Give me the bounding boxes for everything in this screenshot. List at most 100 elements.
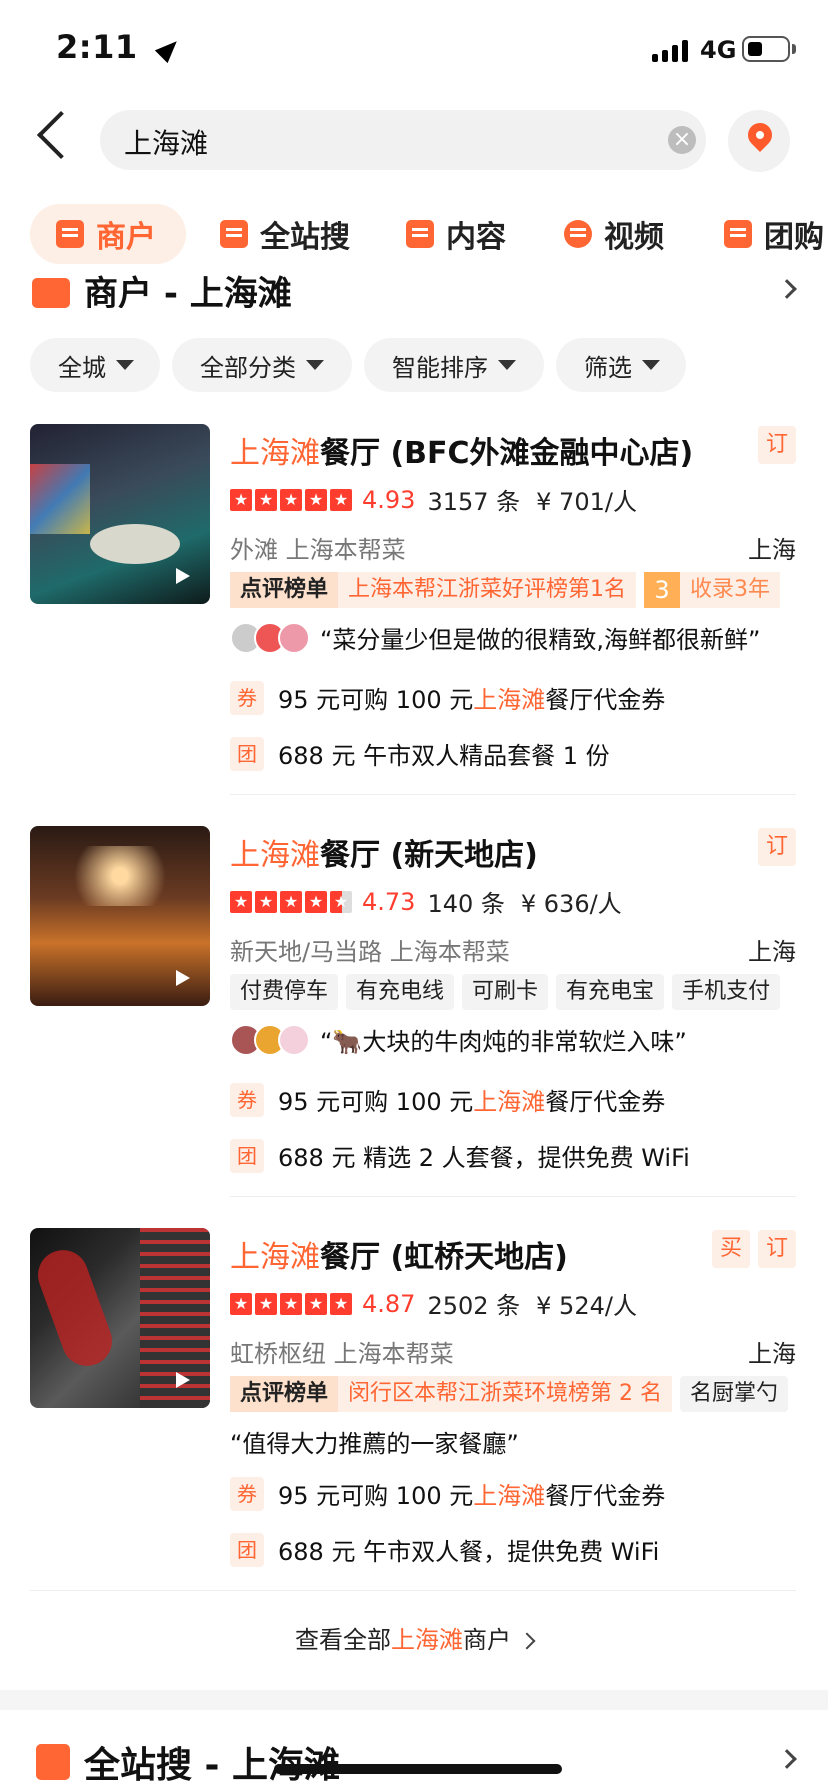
back-icon[interactable] [36, 110, 86, 160]
tab-label: 视频 [604, 220, 664, 255]
chevron-right-icon[interactable] [777, 279, 797, 299]
voucher-text: 95 元可购 100 元 [278, 1482, 474, 1510]
voucher-highlight: 上海滩 [473, 1482, 546, 1510]
signal-icon [652, 38, 688, 62]
tab-video[interactable]: 视频 [564, 204, 664, 264]
review-quote[interactable]: “值得大力推薦的一家餐廳” [230, 1424, 519, 1459]
name-rest: 餐厅 (虹桥天地店) [320, 1240, 568, 1275]
tags-row: 点评榜单 闵行区本帮江浙菜环境榜第 2 名 名厨掌勺 [230, 1376, 789, 1412]
star-icon: ★ [255, 890, 277, 913]
voucher-deal[interactable]: 券 95 元可购 100 元上海滩 餐厅代金券 [230, 1476, 665, 1511]
section2-title: 全站搜 - 上海滩 [84, 1745, 341, 1786]
ranking-tag[interactable]: 点评榜单 上海本帮江浙菜好评榜第1名 [230, 572, 637, 608]
voucher-icon: 券 [230, 680, 264, 715]
tab-merchants[interactable]: 商户 [30, 204, 186, 264]
filter-label: 全部分类 [200, 353, 296, 382]
restaurant-photo[interactable] [30, 424, 210, 604]
facility-tag: 有充电宝 [556, 974, 665, 1010]
storefront-icon [56, 220, 84, 248]
divider [30, 1590, 796, 1591]
ranking-text: 上海本帮江浙菜好评榜第1名 [338, 572, 637, 608]
group-deal[interactable]: 团 688 元 午市双人餐，提供免费 WiFi [230, 1532, 659, 1567]
avatar [278, 1023, 310, 1056]
name-highlight: 上海滩 [230, 436, 320, 471]
restaurant-card[interactable]: 上海滩餐厅 (BFC外滩金融中心店) 订 ★ ★ ★ ★ ★ 4.93 3157 条 ¥… [0, 424, 828, 795]
score: 4.87 [362, 1289, 416, 1318]
group-text: 688 元 精选 2 人套餐，提供免费 WiFi [278, 1144, 690, 1172]
restaurant-photo[interactable] [30, 826, 210, 1006]
tab-group-buy[interactable]: 团购 [724, 204, 824, 264]
facility-tag: 有充电线 [346, 974, 455, 1010]
score: 4.73 [362, 887, 416, 916]
filter-more[interactable]: 筛选 [556, 338, 686, 392]
restaurant-card[interactable]: 上海滩餐厅 (虹桥天地店) 买 订 ★ ★ ★ ★ ★ 4.87 2502 条 ¥ 52… [0, 1228, 828, 1608]
reserve-badge[interactable]: 订 [758, 1230, 796, 1268]
tab-site-search[interactable]: 全站搜 [220, 204, 350, 264]
filter-category[interactable]: 全部分类 [172, 338, 352, 392]
clear-search-icon[interactable]: × [668, 126, 696, 154]
review-quote[interactable]: “🐂大块的牛肉炖的非常软烂入味” [230, 1022, 687, 1057]
tags-row: 点评榜单 上海本帮江浙菜好评榜第1名 3 收录3年 [230, 572, 781, 608]
filter-label: 筛选 [584, 353, 632, 382]
buy-badge[interactable]: 买 [712, 1230, 750, 1268]
filter-city[interactable]: 全城 [30, 338, 160, 392]
star-icon: ★ [255, 1292, 277, 1315]
reviewer-avatars [230, 621, 310, 654]
review-count: 140 条 [427, 890, 505, 918]
avg-price: ¥ 701/人 [536, 488, 637, 516]
facility-tag: 付费停车 [230, 974, 339, 1010]
location-button[interactable] [728, 110, 790, 172]
quote-text: “🐂大块的牛肉炖的非常软烂入味” [320, 1028, 687, 1056]
facility-tag: 可刷卡 [462, 974, 549, 1010]
document-icon [36, 1744, 70, 1780]
voucher-text: 餐厅代金券 [545, 1088, 666, 1116]
group-deal[interactable]: 团 688 元 午市双人精品套餐 1 份 [230, 736, 610, 771]
name-highlight: 上海滩 [230, 838, 320, 873]
star-icon: ★ [255, 488, 277, 511]
review-quote[interactable]: “菜分量少但是做的很精致,海鲜都很新鲜” [230, 620, 761, 655]
chevron-right-icon[interactable] [777, 1749, 797, 1769]
restaurant-name: 上海滩餐厅 (新天地店) [230, 830, 538, 874]
storefront-icon [32, 278, 70, 308]
reviewer-avatars [230, 1023, 310, 1056]
reserve-badge[interactable]: 订 [758, 426, 796, 464]
tab-label: 内容 [446, 220, 506, 255]
quote-text: “值得大力推薦的一家餐廳” [230, 1430, 519, 1458]
restaurant-name: 上海滩餐厅 (BFC外滩金融中心店) [230, 428, 693, 472]
tab-content[interactable]: 内容 [406, 204, 506, 264]
ranking-tag[interactable]: 点评榜单 闵行区本帮江浙菜环境榜第 2 名 [230, 1376, 672, 1412]
name-rest: 餐厅 (新天地店) [320, 838, 538, 873]
view-all-merchants-link[interactable]: 查看全部上海滩商户 [0, 1620, 828, 1655]
group-icon: 团 [230, 1532, 264, 1567]
avg-price: ¥ 524/人 [536, 1292, 637, 1320]
city: 上海 [748, 536, 796, 564]
star-rating: ★ ★ ★ ★ ★ [230, 1292, 352, 1315]
voucher-deal[interactable]: 券 95 元可购 100 元上海滩 餐厅代金券 [230, 1082, 665, 1117]
dropdown-icon [116, 360, 134, 370]
voucher-deal[interactable]: 券 95 元可购 100 元上海滩 餐厅代金券 [230, 680, 665, 715]
restaurant-photo[interactable] [30, 1228, 210, 1408]
avatar [278, 621, 310, 654]
voucher-text: 95 元可购 100 元 [278, 1088, 474, 1116]
group-icon: 团 [230, 736, 264, 771]
group-deal[interactable]: 团 688 元 精选 2 人套餐，提供免费 WiFi [230, 1138, 690, 1173]
reserve-badge[interactable]: 订 [758, 828, 796, 866]
restaurant-card[interactable]: 上海滩餐厅 (新天地店) 订 ★ ★ ★ ★ ★ 4.73 140 条 ¥ 636/人 … [0, 826, 828, 1197]
battery-icon [742, 36, 790, 62]
chevron-right-icon [518, 1632, 536, 1650]
years-number: 3 [644, 572, 681, 608]
area-cuisine: 虹桥枢纽 上海本帮菜 [230, 1340, 454, 1368]
name-highlight: 上海滩 [230, 1240, 320, 1275]
section-gap [0, 1690, 828, 1710]
filter-label: 全城 [58, 353, 106, 382]
star-icon: ★ [330, 488, 352, 511]
voucher-text: 95 元可购 100 元 [278, 686, 474, 714]
filter-sort[interactable]: 智能排序 [364, 338, 544, 392]
group-icon: 团 [230, 1138, 264, 1173]
tab-label: 全站搜 [260, 220, 350, 255]
area-cuisine: 新天地/马当路 上海本帮菜 [230, 938, 510, 966]
half-star-icon: ★ [330, 890, 352, 913]
star-rating: ★ ★ ★ ★ ★ [230, 488, 352, 511]
home-indicator[interactable] [274, 1764, 562, 1774]
facility-tags: 付费停车 有充电线 可刷卡 有充电宝 手机支付 [230, 974, 781, 1010]
